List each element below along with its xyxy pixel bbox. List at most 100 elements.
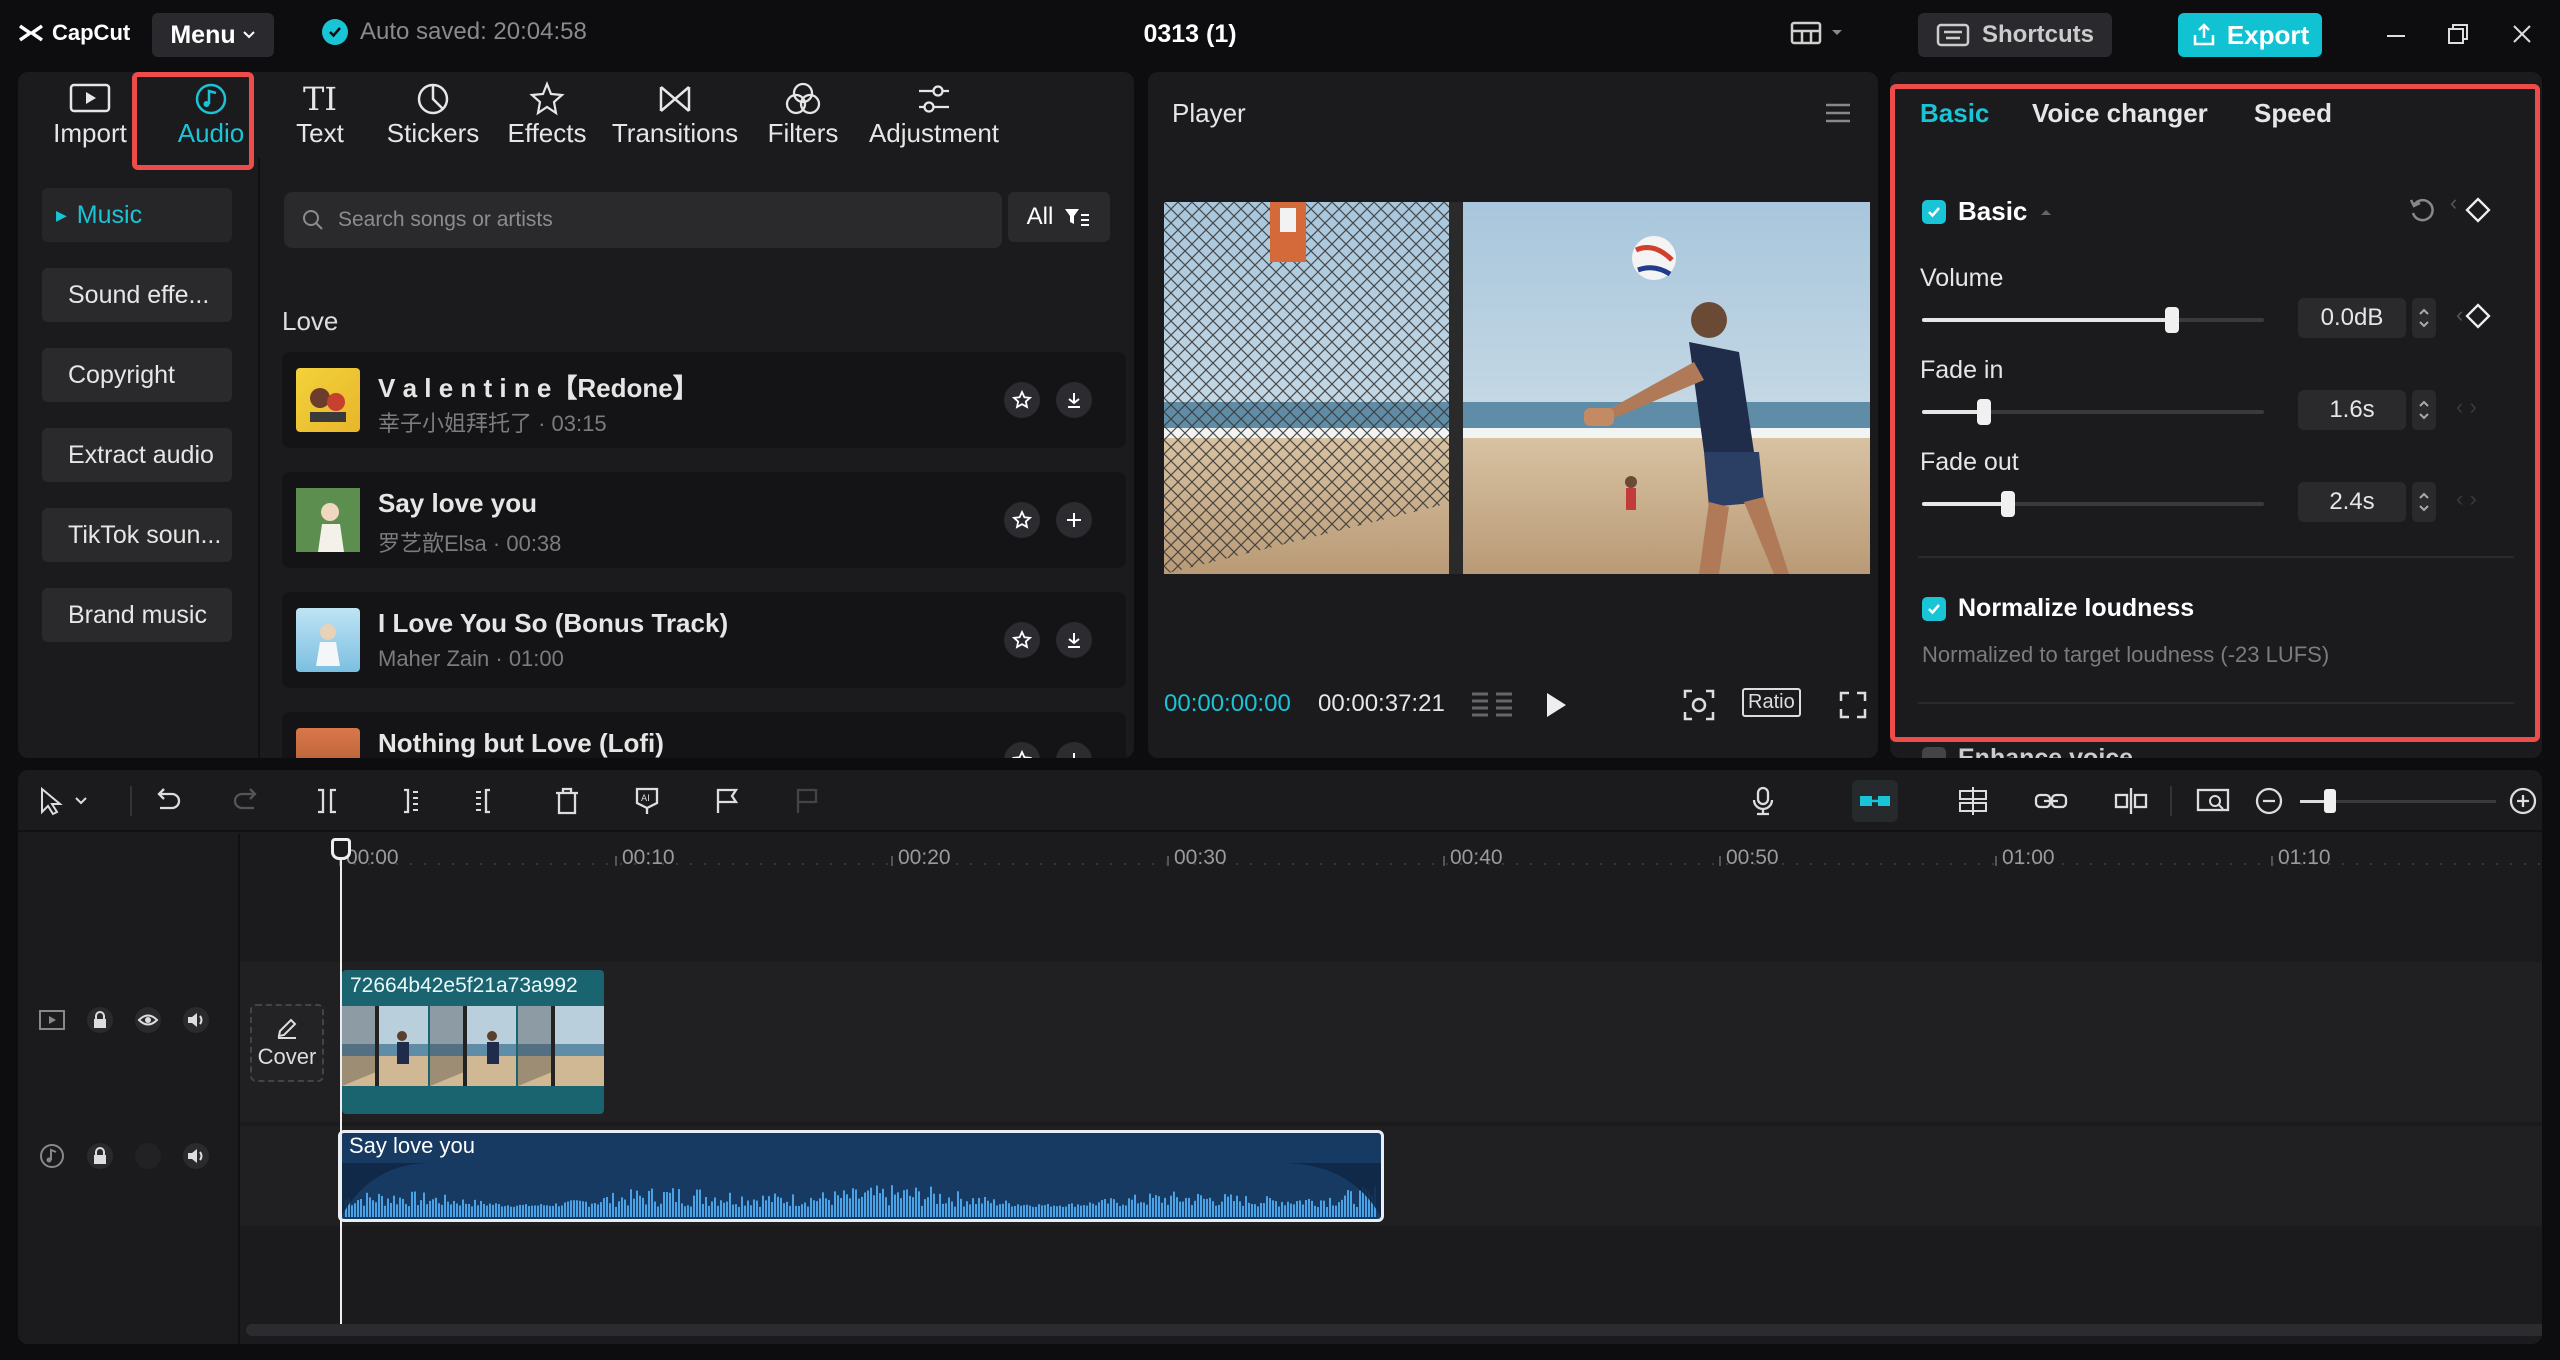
favorite-button[interactable]: [1004, 622, 1040, 658]
video-clip[interactable]: 72664b42e5f21a73a992: [342, 970, 604, 1114]
auto-captions-button[interactable]: AI: [632, 786, 662, 816]
audio-clip[interactable]: Say love you: [338, 1130, 1384, 1222]
ruler-label: 01:10: [2278, 846, 2331, 869]
timeline-scrollbar[interactable]: [246, 1324, 2542, 1336]
song-item[interactable]: V a l e n t i n e【Redone】 幸子小姐拜托了 · 03:1…: [282, 352, 1126, 448]
star-icon: [1012, 630, 1032, 649]
filters-icon: [785, 82, 821, 115]
split-left-button[interactable]: [392, 786, 422, 816]
sidebar-item-tiktok-sounds[interactable]: TikTok soun...: [42, 508, 232, 562]
fullscreen-button[interactable]: [1838, 690, 1868, 720]
download-button[interactable]: [1056, 622, 1092, 658]
cover-button[interactable]: Cover: [250, 1004, 324, 1082]
zoom-out-button[interactable]: [2254, 786, 2284, 816]
disabled-marker-button[interactable]: [792, 786, 822, 816]
linkage-button[interactable]: [2034, 786, 2068, 816]
track-headers: [18, 834, 240, 1344]
total-timecode: 00:00:37:21: [1318, 690, 1445, 717]
enhance-voice-label: Enhance voice: [1958, 744, 2134, 758]
ruler-label: 01:00: [2002, 846, 2055, 869]
download-button[interactable]: [1056, 742, 1092, 758]
select-tool-button[interactable]: [36, 786, 90, 816]
video-preview[interactable]: [1164, 202, 1870, 574]
download-icon: [1073, 753, 1075, 758]
enhance-voice-row[interactable]: Enhance voice: [1922, 744, 2133, 758]
audio-waveform: [341, 1163, 1381, 1217]
capcut-logo: CapCut: [18, 20, 130, 46]
play-icon: [1547, 693, 1566, 717]
auto-snapping-button[interactable]: [1956, 786, 1990, 816]
sidebar-item-copyright[interactable]: Copyright: [42, 348, 232, 402]
minimize-button[interactable]: [2384, 22, 2408, 46]
song-item[interactable]: I Love You So (Bonus Track) Maher Zain ·…: [282, 592, 1126, 688]
plus-icon: [1067, 513, 1081, 527]
add-button[interactable]: [1056, 502, 1092, 538]
tab-transitions[interactable]: Transitions: [602, 72, 748, 158]
speaker-icon[interactable]: [182, 1142, 210, 1170]
lock-icon[interactable]: [86, 1142, 114, 1170]
trim-right-icon: [476, 788, 490, 814]
download-button[interactable]: [1056, 382, 1092, 418]
zoom-slider[interactable]: [2300, 789, 2496, 813]
delete-button[interactable]: [552, 786, 582, 816]
preview-axis-button[interactable]: [2114, 786, 2148, 816]
menu-button[interactable]: Menu: [152, 13, 274, 57]
lock-icon[interactable]: [86, 1006, 114, 1034]
favorite-button[interactable]: [1004, 382, 1040, 418]
sidebar-item-brand-music[interactable]: Brand music: [42, 588, 232, 642]
favorite-button[interactable]: [1004, 502, 1040, 538]
split-right-button[interactable]: [472, 786, 502, 816]
restore-button[interactable]: [2446, 22, 2470, 46]
zoom-in-button[interactable]: [2508, 786, 2538, 816]
check-circle-icon: [322, 19, 348, 45]
eye-icon[interactable]: [134, 1006, 162, 1034]
star-icon: [1012, 390, 1032, 409]
frame-grid-button[interactable]: [1470, 690, 1516, 720]
tab-filters[interactable]: Filters: [748, 72, 858, 158]
restore-window-icon: [2448, 24, 2468, 44]
player-menu-button[interactable]: [1824, 102, 1852, 124]
timeline-ruler[interactable]: [240, 834, 2542, 880]
close-button[interactable]: [2510, 22, 2534, 46]
favorite-button[interactable]: [1004, 742, 1040, 758]
ai-marker-icon: AI: [635, 787, 659, 814]
shortcuts-button[interactable]: Shortcuts: [1918, 13, 2112, 57]
undo-button[interactable]: [152, 786, 182, 816]
marker-button[interactable]: [712, 786, 742, 816]
export-button[interactable]: Export: [2178, 13, 2322, 57]
play-button[interactable]: [1542, 690, 1570, 720]
sidebar-item-extract-audio[interactable]: Extract audio: [42, 428, 232, 482]
split-button[interactable]: [312, 786, 342, 816]
title-bar: CapCut Menu Auto saved: 20:04:58 0313 (1…: [0, 0, 2560, 70]
search-box[interactable]: [284, 192, 1002, 248]
zoom-slider-knob[interactable]: [2324, 789, 2336, 813]
sidebar-item-music[interactable]: ▶ Music: [42, 188, 232, 242]
song-subtitle: 幸子小姐拜托了 · 03:15: [378, 411, 607, 436]
screenshot-button[interactable]: [1682, 688, 1716, 722]
sidebar-item-sound-effects[interactable]: Sound effe...: [42, 268, 232, 322]
layout-button[interactable]: [1790, 20, 1844, 46]
speaker-icon[interactable]: [182, 1006, 210, 1034]
capture-frame-icon: [1683, 689, 1715, 721]
search-input[interactable]: [338, 208, 938, 232]
filter-button[interactable]: All: [1008, 192, 1110, 242]
enhance-voice-checkbox[interactable]: [1922, 746, 1946, 758]
download-icon: [1068, 633, 1080, 648]
song-item[interactable]: Nothing but Love (Lofi): [282, 712, 1126, 758]
player-panel: Player 00:00:00:00 00:00:37:21 Ratio: [1148, 72, 1878, 758]
tab-stickers[interactable]: Stickers: [374, 72, 492, 158]
tab-adjustment[interactable]: Adjustment: [854, 72, 1014, 158]
fit-timeline-button[interactable]: [2196, 786, 2230, 816]
tab-effects[interactable]: Effects: [492, 72, 602, 158]
split-icon: [318, 788, 336, 814]
record-voiceover-button[interactable]: [1748, 786, 1778, 816]
song-item[interactable]: Say love you 罗艺歆Elsa · 00:38: [282, 472, 1126, 568]
trash-icon: [556, 787, 578, 815]
tab-text[interactable]: TI Text: [270, 72, 370, 158]
playhead[interactable]: [331, 838, 351, 1332]
main-track-magnet-button[interactable]: [1852, 780, 1898, 822]
ratio-button[interactable]: Ratio: [1742, 688, 1801, 717]
redo-button[interactable]: [232, 786, 262, 816]
zoom-in-icon: [2509, 787, 2537, 815]
inspector-panel: Basic Voice changer Speed Basic ‹ Volume…: [1890, 72, 2542, 758]
